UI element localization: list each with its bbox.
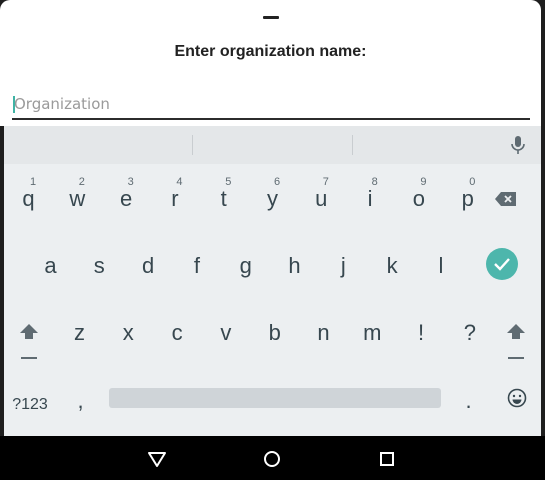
key-n[interactable]: n xyxy=(299,304,348,360)
suggestion-divider xyxy=(192,135,193,155)
key-label: q xyxy=(22,186,35,211)
emoji-icon[interactable] xyxy=(507,388,527,408)
key-f[interactable]: f xyxy=(172,237,221,293)
key-label: g xyxy=(239,253,252,278)
key-z[interactable]: z xyxy=(55,304,104,360)
key-q[interactable]: 1q xyxy=(4,170,53,226)
key-label: ? xyxy=(463,320,477,345)
organization-input[interactable] xyxy=(12,93,532,115)
key-label: s xyxy=(93,253,105,278)
key-d[interactable]: d xyxy=(124,237,173,293)
key-label: n xyxy=(317,320,330,345)
key-w[interactable]: 2w xyxy=(53,170,102,226)
key-label: d xyxy=(141,253,155,278)
organization-input-wrapper[interactable] xyxy=(12,93,532,120)
key-exclamation[interactable]: ! xyxy=(397,304,446,360)
suggestion-divider xyxy=(352,135,353,155)
checkmark-icon xyxy=(494,258,510,271)
key-label: j xyxy=(340,253,346,278)
home-circle-icon[interactable] xyxy=(261,448,283,470)
drag-handle[interactable] xyxy=(263,16,279,19)
key-label: y xyxy=(267,186,278,211)
enter-button[interactable] xyxy=(486,248,518,280)
key-b[interactable]: b xyxy=(250,304,299,360)
key-label: m xyxy=(363,320,382,345)
key-a[interactable]: a xyxy=(26,237,75,293)
shift-icon[interactable] xyxy=(19,322,39,362)
backspace-icon[interactable] xyxy=(495,191,517,207)
key-label: ! xyxy=(418,320,425,345)
key-j[interactable]: j xyxy=(319,237,368,293)
key-label: h xyxy=(288,253,301,278)
system-navigation-bar xyxy=(0,436,545,480)
symbols-key-label: ?123 xyxy=(12,396,48,413)
key-label: e xyxy=(119,186,133,211)
key-label: a xyxy=(44,253,57,278)
key-s[interactable]: s xyxy=(75,237,124,293)
key-label: u xyxy=(315,186,328,211)
key-label: x xyxy=(122,320,134,345)
key-c[interactable]: c xyxy=(153,304,202,360)
recents-square-icon[interactable] xyxy=(376,448,398,470)
key-r[interactable]: 4r xyxy=(150,170,199,226)
key-g[interactable]: g xyxy=(221,237,270,293)
key-h[interactable]: h xyxy=(270,237,319,293)
period-key[interactable]: . xyxy=(444,372,493,428)
suggestion-strip xyxy=(4,126,541,164)
shift-icon[interactable] xyxy=(506,322,526,362)
key-k[interactable]: k xyxy=(368,237,417,293)
back-triangle-icon[interactable] xyxy=(146,448,168,470)
key-e[interactable]: 3e xyxy=(102,170,151,226)
key-label: o xyxy=(412,186,426,211)
text-cursor xyxy=(13,96,15,113)
key-label: w xyxy=(69,186,86,211)
key-label: p xyxy=(461,186,474,211)
key-label: z xyxy=(74,320,85,345)
key-p[interactable]: 0p xyxy=(443,170,492,226)
comma-key[interactable]: , xyxy=(56,372,105,428)
key-label: b xyxy=(268,320,281,345)
symbols-key[interactable]: ?123 xyxy=(6,372,54,428)
key-y[interactable]: 6y xyxy=(248,170,297,226)
key-m[interactable]: m xyxy=(348,304,397,360)
space-key[interactable] xyxy=(109,388,441,408)
period-key-label: . xyxy=(465,388,472,413)
key-u[interactable]: 7u xyxy=(297,170,346,226)
key-i[interactable]: 8i xyxy=(346,170,395,226)
comma-key-label: , xyxy=(77,388,84,413)
key-l[interactable]: l xyxy=(416,237,465,293)
key-label: l xyxy=(438,253,444,278)
dialog-title: Enter organization name: xyxy=(174,43,367,60)
key-label: f xyxy=(193,253,200,278)
key-label: r xyxy=(171,186,179,211)
key-question[interactable]: ? xyxy=(445,304,494,360)
key-label: v xyxy=(220,320,232,345)
key-label: k xyxy=(386,253,398,278)
dialog-sheet: Enter organization name: xyxy=(0,0,541,126)
soft-keyboard: 1q2w3e4r5t6y7u8i9o0p a s d f g h j k l z x c v b n m!?… xyxy=(4,126,541,436)
mic-icon[interactable] xyxy=(509,135,527,155)
key-label: i xyxy=(367,186,373,211)
key-label: c xyxy=(171,320,183,345)
key-o[interactable]: 9o xyxy=(394,170,443,226)
key-x[interactable]: x xyxy=(104,304,153,360)
key-v[interactable]: v xyxy=(201,304,250,360)
key-t[interactable]: 5t xyxy=(199,170,248,226)
key-label: t xyxy=(220,186,227,211)
